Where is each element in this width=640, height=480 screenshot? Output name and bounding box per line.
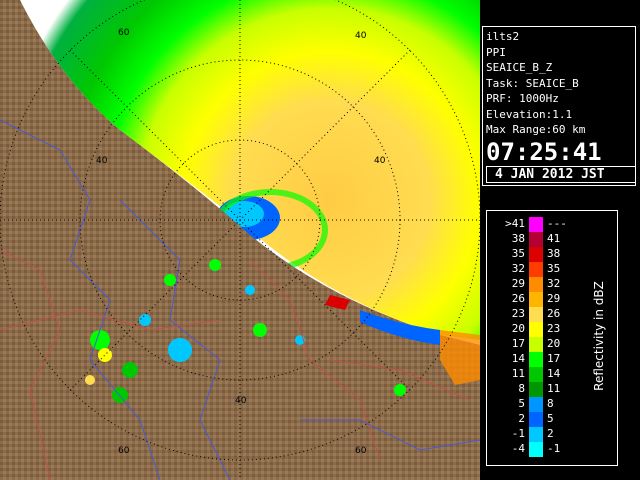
range-label: 40 <box>96 156 108 166</box>
legend-upper-bound: 35 <box>547 262 561 275</box>
legend-row: 25 <box>491 412 583 427</box>
legend-lower-bound: -1 <box>511 427 525 440</box>
reflectivity-legend: >41 --- 38 41 35 38 32 35 29 32 26 29 23 26 20 23 17 20 14… <box>486 210 618 466</box>
range-label: 40 <box>355 31 367 41</box>
legend-row: 20 23 <box>491 322 583 337</box>
scan-type: PPI <box>486 45 506 59</box>
legend-row: -1 2 <box>491 427 583 442</box>
legend-lower-bound: 14 <box>511 352 525 365</box>
legend-color-swatch <box>529 382 543 397</box>
legend-lower-bound: 2 <box>518 412 525 425</box>
legend-lower-bound: 23 <box>511 307 525 320</box>
legend-row: 32 35 <box>491 262 583 277</box>
legend-upper-bound: 32 <box>547 277 561 290</box>
legend-upper-bound: 2 <box>547 427 554 440</box>
legend-upper-bound: 11 <box>547 382 561 395</box>
product-name: SEAICE_B_Z <box>486 61 553 74</box>
legend-color-swatch <box>529 427 543 442</box>
legend-upper-bound: -1 <box>547 442 561 455</box>
range-label: 60 <box>355 446 367 456</box>
legend-upper-bound: 20 <box>547 337 561 350</box>
legend-lower-bound: 35 <box>511 247 525 260</box>
legend-row: 26 29 <box>491 292 583 307</box>
legend-row: 38 41 <box>491 232 583 247</box>
radar-ppi-display: 60 40 40 40 40 60 60 <box>0 0 480 480</box>
scan-date: 4 JAN 2012 JST <box>486 165 636 183</box>
legend-title-text: Reflectivity in dBZ <box>592 281 606 391</box>
scan-time: 07:25:41 <box>486 137 602 166</box>
legend-lower-bound: 8 <box>518 382 525 395</box>
legend-color-swatch <box>529 292 543 307</box>
legend-upper-bound: 17 <box>547 352 561 365</box>
range-label: 40 <box>235 396 247 406</box>
legend-color-swatch <box>529 277 543 292</box>
radar-info-panel: ilts2 PPI SEAICE_B_Z Task: SEAICE_B PRF:… <box>482 26 636 186</box>
legend-upper-bound: 26 <box>547 307 561 320</box>
legend-row: 29 32 <box>491 277 583 292</box>
legend-row: >41 --- <box>491 217 583 232</box>
legend-upper-bound: 14 <box>547 367 561 380</box>
legend-upper-bound: 38 <box>547 247 561 260</box>
legend-upper-bound: 29 <box>547 292 561 305</box>
legend-color-swatch <box>529 262 543 277</box>
legend-upper-bound: 5 <box>547 412 554 425</box>
legend-color-swatch <box>529 367 543 382</box>
legend-row: -4 -1 <box>491 442 583 457</box>
legend-color-swatch <box>529 307 543 322</box>
legend-upper-bound: 8 <box>547 397 554 410</box>
legend-upper-bound: 41 <box>547 232 561 245</box>
prf-value: PRF: 1000Hz <box>486 92 559 105</box>
legend-lower-bound: 29 <box>511 277 525 290</box>
legend-color-swatch <box>529 442 543 457</box>
legend-lower-bound: 5 <box>518 397 525 410</box>
legend-upper-bound: 23 <box>547 322 561 335</box>
legend-upper-bound: --- <box>547 217 567 230</box>
max-range-value: Max Range:60 km <box>486 123 586 136</box>
legend-color-swatch <box>529 232 543 247</box>
legend-color-swatch <box>529 322 543 337</box>
legend-lower-bound: -4 <box>511 442 525 455</box>
legend-row: 14 17 <box>491 352 583 367</box>
range-label: 60 <box>118 28 130 38</box>
legend-row: 8 11 <box>491 382 583 397</box>
legend-lower-bound: 38 <box>511 232 525 245</box>
legend-lower-bound: >41 <box>505 217 525 230</box>
radar-map-svg: 60 40 40 40 40 60 60 <box>0 0 480 480</box>
task-name: Task: SEAICE_B <box>486 76 579 90</box>
legend-row: 23 26 <box>491 307 583 322</box>
legend-color-swatch <box>529 352 543 367</box>
legend-lower-bound: 17 <box>511 337 525 350</box>
radar-name: ilts2 <box>486 30 520 43</box>
legend-color-swatch <box>529 412 543 427</box>
legend-row: 17 20 <box>491 337 583 352</box>
legend-lower-bound: 26 <box>511 292 525 305</box>
range-label: 60 <box>118 446 130 456</box>
legend-row: 58 <box>491 397 583 412</box>
range-label: 40 <box>374 156 386 166</box>
legend-lower-bound: 20 <box>511 322 525 335</box>
legend-title: Reflectivity in dBZ <box>585 241 613 431</box>
elevation-value: Elevation:1.1 <box>486 107 573 121</box>
legend-row: 11 14 <box>491 367 583 382</box>
legend-color-swatch <box>529 397 543 412</box>
legend-lower-bound: 32 <box>511 262 525 275</box>
legend-color-swatch <box>529 337 543 352</box>
legend-color-swatch <box>529 247 543 262</box>
legend-lower-bound: 11 <box>511 367 525 380</box>
legend-row: 35 38 <box>491 247 583 262</box>
legend-color-swatch <box>529 217 543 232</box>
